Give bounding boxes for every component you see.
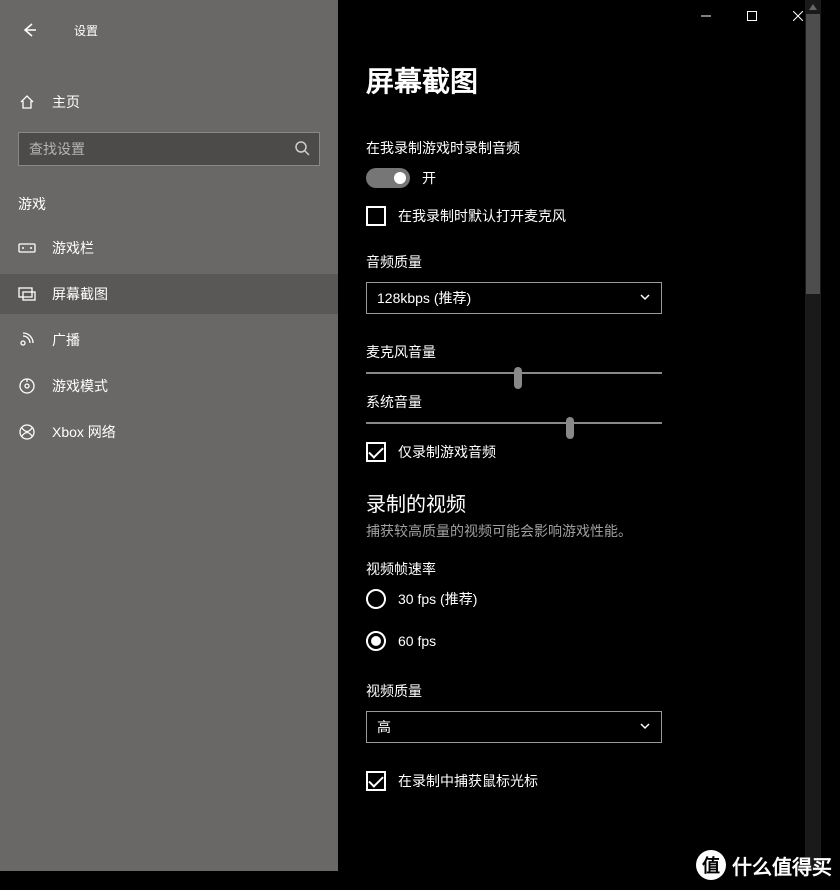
page-title: 屏幕截图	[366, 60, 777, 100]
xbox-icon	[18, 423, 36, 441]
fps-60-radio[interactable]: 60 fps	[366, 631, 777, 651]
nav-game-mode[interactable]: 游戏模式	[0, 366, 338, 406]
audio-quality-dropdown[interactable]: 128kbps (推荐)	[366, 282, 662, 314]
broadcast-icon	[18, 331, 36, 349]
watermark-text: 什么值得买	[732, 851, 832, 880]
nav-label: 屏幕截图	[52, 284, 108, 304]
slider-thumb[interactable]	[566, 417, 574, 439]
checkbox-label: 在录制中捕获鼠标光标	[398, 771, 538, 791]
chevron-down-icon	[639, 290, 651, 306]
audio-record-toggle[interactable]: 开	[366, 168, 777, 188]
nav-game-bar[interactable]: 游戏栏	[0, 228, 338, 268]
nav-label: 游戏模式	[52, 376, 108, 396]
recorded-video-desc: 捕获较高质量的视频可能会影响游戏性能。	[366, 521, 777, 541]
audio-record-label: 在我录制游戏时录制音频	[366, 138, 777, 158]
slider-thumb[interactable]	[514, 367, 522, 389]
chevron-down-icon	[639, 719, 651, 735]
mic-volume-label: 麦克风音量	[366, 342, 777, 362]
home-label: 主页	[52, 92, 80, 112]
nav-label: 广播	[52, 330, 80, 350]
search-input[interactable]	[18, 132, 320, 166]
toggle-state-label: 开	[422, 168, 436, 188]
game-audio-only-checkbox[interactable]: 仅录制游戏音频	[366, 442, 777, 462]
video-quality-label: 视频质量	[366, 681, 777, 701]
nav-xbox-network[interactable]: Xbox 网络	[0, 412, 338, 452]
audio-quality-label: 音频质量	[366, 252, 777, 272]
captures-icon	[18, 285, 36, 303]
search-icon	[294, 140, 310, 161]
sys-volume-slider[interactable]	[366, 422, 662, 424]
game-mode-icon	[18, 377, 36, 395]
radio-label: 30 fps (推荐)	[398, 589, 477, 609]
close-button[interactable]	[775, 0, 821, 32]
nav-captures[interactable]: 屏幕截图	[0, 274, 338, 314]
checkbox-label: 在我录制时默认打开麦克风	[398, 206, 566, 226]
checkbox-label: 仅录制游戏音频	[398, 442, 496, 462]
sys-volume-label: 系统音量	[366, 392, 777, 412]
framerate-label: 视频帧速率	[366, 559, 777, 579]
mic-volume-slider[interactable]	[366, 372, 662, 374]
nav-label: Xbox 网络	[52, 422, 116, 442]
nav-group-label: 游戏	[18, 194, 320, 214]
scrollbar-thumb[interactable]	[806, 14, 820, 294]
home-nav[interactable]: 主页	[0, 82, 338, 122]
home-icon	[18, 93, 36, 111]
game-bar-icon	[18, 239, 36, 257]
nav-broadcast[interactable]: 广播	[0, 320, 338, 360]
vertical-scrollbar[interactable]	[805, 0, 821, 871]
recorded-video-title: 录制的视频	[366, 488, 777, 517]
content-area: 屏幕截图 在我录制游戏时录制音频 开 在我录制时默认打开麦克风 音频质量 128…	[338, 0, 821, 871]
dropdown-value: 128kbps (推荐)	[377, 288, 471, 308]
capture-cursor-checkbox[interactable]: 在录制中捕获鼠标光标	[366, 771, 777, 791]
sidebar: 设置 主页 游戏 游戏栏	[0, 0, 338, 871]
watermark-badge: 值	[696, 850, 726, 880]
window-controls	[683, 0, 821, 32]
nav-label: 游戏栏	[52, 238, 94, 258]
dropdown-value: 高	[377, 717, 391, 737]
mic-default-checkbox[interactable]: 在我录制时默认打开麦克风	[366, 206, 777, 226]
maximize-button[interactable]	[729, 0, 775, 32]
app-title: 设置	[74, 22, 98, 39]
fps-30-radio[interactable]: 30 fps (推荐)	[366, 589, 777, 609]
watermark: 值 什么值得买	[696, 850, 832, 880]
minimize-button[interactable]	[683, 0, 729, 32]
back-button[interactable]	[12, 13, 46, 47]
radio-label: 60 fps	[398, 633, 436, 649]
video-quality-dropdown[interactable]: 高	[366, 711, 662, 743]
